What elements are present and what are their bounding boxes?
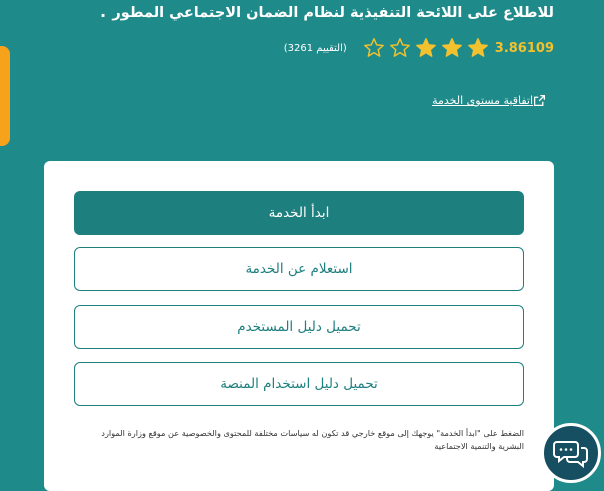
star-empty-icon[interactable] [389,37,411,59]
chat-bubbles-icon [553,441,588,468]
star-filled-icon[interactable] [415,37,437,59]
side-feedback-tab[interactable] [0,46,10,146]
rating-stars[interactable] [359,37,489,59]
start-service-button[interactable]: ابدأ الخدمة [74,191,524,235]
page-title: للاطلاع على اللائحة التنفيذية لنظام الضم… [112,5,554,21]
star-empty-icon[interactable] [363,37,385,59]
external-site-disclaimer: الضغط على "ابدأ الخدمة" يوجهك إلى موقع خ… [101,428,524,451]
title-dot: . [100,2,107,21]
download-user-guide-button[interactable]: تحميل دليل المستخدم [74,305,524,349]
rating-row: 3.86109 (التقييم 3261) [284,36,554,60]
external-link-icon [533,94,546,107]
rating-value: 3.86109 [494,40,554,56]
service-inquiry-button[interactable]: استعلام عن الخدمة [74,247,524,291]
star-filled-icon[interactable] [441,37,463,59]
rating-count: (التقييم 3261) [283,42,347,54]
star-filled-icon[interactable] [467,37,489,59]
chat-button[interactable] [541,423,601,483]
service-actions-card: ابدأ الخدمة استعلام عن الخدمة تحميل دليل… [44,161,554,491]
sla-link[interactable]: اتفاقية مستوى الخدمة [432,94,554,107]
download-platform-guide-button[interactable]: تحميل دليل استخدام المنصة [74,362,524,406]
sla-link-label: اتفاقية مستوى الخدمة [432,94,533,107]
